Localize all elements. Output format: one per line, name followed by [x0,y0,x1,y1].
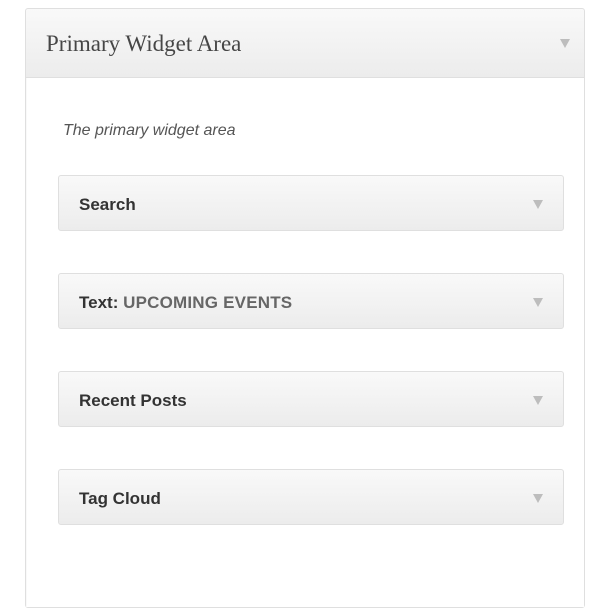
chevron-down-icon[interactable] [533,396,543,405]
panel-body: The primary widget area Search Text: UPC… [26,78,584,607]
widget-title: Recent Posts [79,391,187,411]
chevron-down-icon[interactable] [533,494,543,503]
widget-title: Tag Cloud [79,489,161,509]
widget-title: Text: UPCOMING EVENTS [79,293,292,313]
chevron-down-icon[interactable] [533,200,543,209]
panel-title: Primary Widget Area [46,31,242,56]
widget-label: Tag Cloud [79,489,161,508]
primary-widget-area-panel: Primary Widget Area The primary widget a… [25,8,585,608]
widget-title: Search [79,195,136,215]
chevron-down-icon[interactable] [560,39,570,48]
widget-tag-cloud[interactable]: Tag Cloud [58,469,564,525]
widget-label: Recent Posts [79,391,187,410]
widget-label: Search [79,195,136,214]
widget-search[interactable]: Search [58,175,564,231]
widget-label: Text: [79,293,119,312]
area-description: The primary widget area [63,122,236,139]
widget-text-upcoming-events[interactable]: Text: UPCOMING EVENTS [58,273,564,329]
chevron-down-icon[interactable] [533,298,543,307]
primary-widget-area-header[interactable]: Primary Widget Area [26,9,584,78]
widget-recent-posts[interactable]: Recent Posts [58,371,564,427]
widget-subtitle: UPCOMING EVENTS [123,293,293,312]
